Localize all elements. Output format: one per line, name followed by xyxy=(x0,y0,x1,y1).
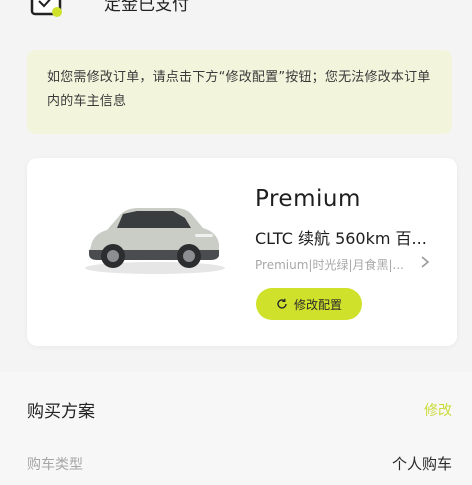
purchase-type-value: 个人购车 xyxy=(391,455,452,473)
car-image xyxy=(85,208,225,274)
chevron-right-icon[interactable] xyxy=(419,255,431,269)
modify-config-button[interactable]: 修改配置 xyxy=(256,288,362,320)
checkbox-check-icon xyxy=(30,0,62,17)
order-status-text: 定金已支付 xyxy=(104,0,189,15)
modify-notice: 如您需修改订单，请点击下方“修改配置”按钮；您无法修改本订单内的车主信息 xyxy=(27,50,452,134)
purchase-plan-title: 购买方案 xyxy=(27,402,95,422)
purchase-plan-section: 购买方案 修改 购车类型 个人购车 xyxy=(0,372,472,485)
car-range-text: CLTC 续航 560km 百... xyxy=(255,229,427,248)
modify-config-label: 修改配置 xyxy=(293,297,342,312)
car-model-title: Premium xyxy=(255,186,361,212)
refresh-icon xyxy=(277,298,287,309)
purchase-type-label: 购车类型 xyxy=(27,457,83,473)
car-config-card: Premium CLTC 续航 560km 百... Premium|时光绿|月… xyxy=(27,158,457,346)
order-status-row: 定金已支付 xyxy=(0,0,472,30)
purchase-plan-edit-link[interactable]: 修改 xyxy=(424,400,452,420)
car-config-summary[interactable]: Premium|时光绿|月食黑|... xyxy=(255,256,415,273)
